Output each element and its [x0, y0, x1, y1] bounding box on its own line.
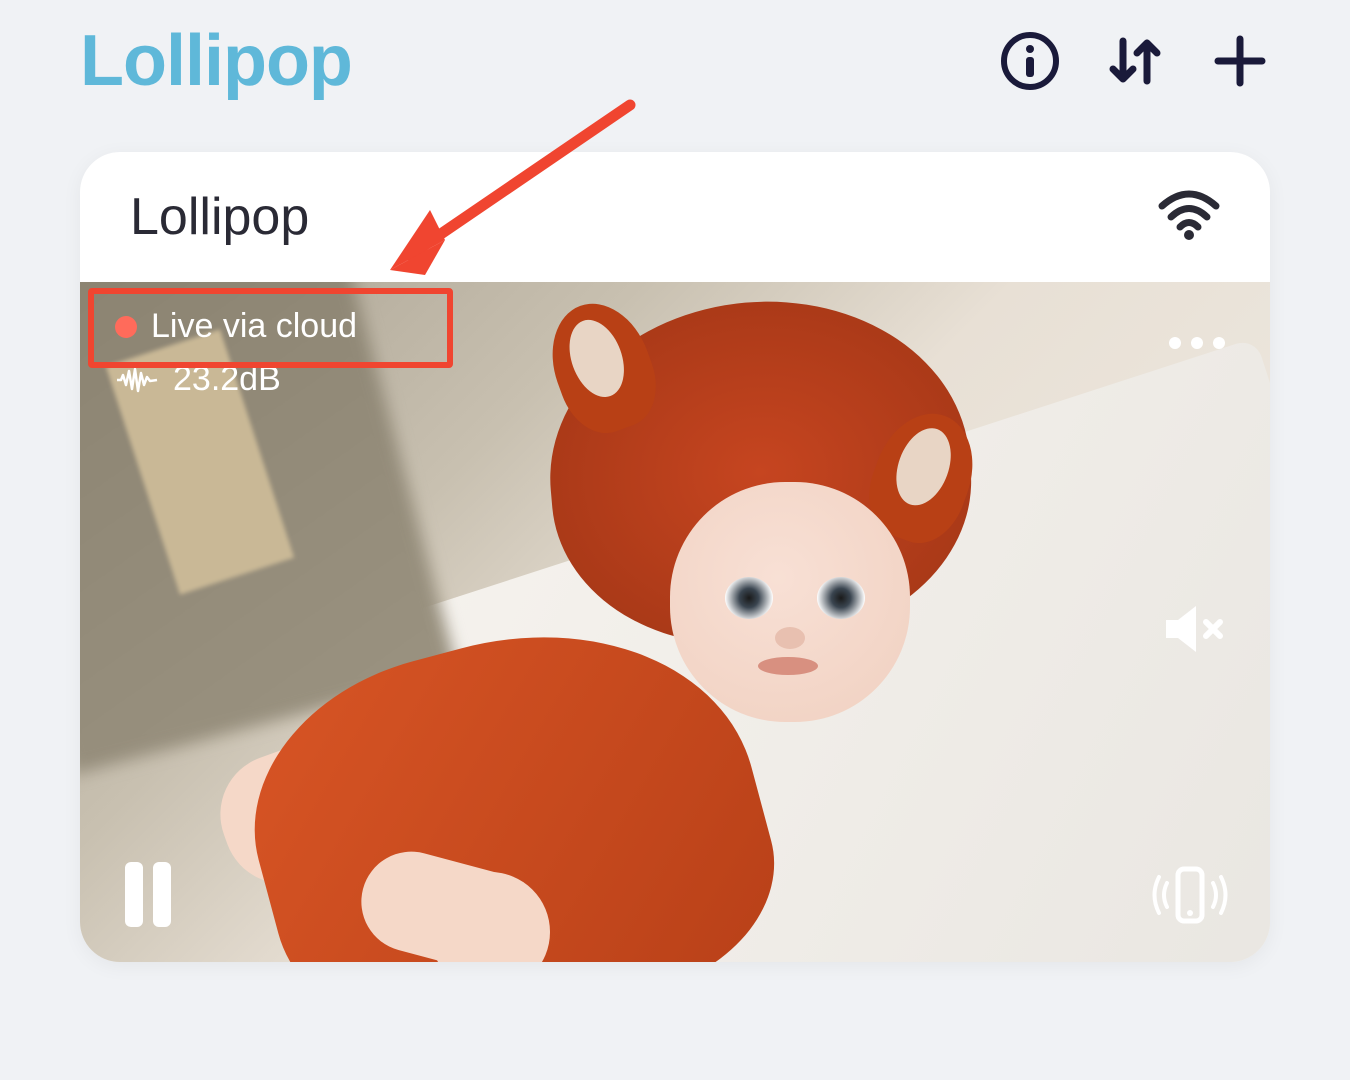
video-status-overlay: Live via cloud 23.2dB: [115, 307, 357, 399]
live-indicator-dot: [115, 316, 137, 338]
mute-button[interactable]: [1162, 602, 1230, 661]
phone-vibrate-icon: [1150, 863, 1230, 927]
video-menu-button[interactable]: [1169, 337, 1225, 349]
wifi-icon: [1158, 190, 1220, 245]
sort-arrows-icon: [1105, 31, 1165, 91]
info-icon: [1000, 31, 1060, 91]
plus-icon: [1210, 31, 1270, 91]
header-actions: [1000, 31, 1270, 91]
add-button[interactable]: [1210, 31, 1270, 91]
more-icon: [1169, 337, 1225, 349]
speaker-muted-icon: [1162, 602, 1230, 656]
vibrate-button[interactable]: [1150, 863, 1230, 932]
app-header: Lollipop: [80, 20, 1270, 102]
app-title: Lollipop: [80, 20, 352, 102]
waveform-icon: [115, 367, 159, 393]
info-button[interactable]: [1000, 31, 1060, 91]
sort-button[interactable]: [1105, 31, 1165, 91]
camera-name: Lollipop: [130, 187, 309, 247]
video-content: [670, 482, 910, 722]
live-status-text: Live via cloud: [151, 307, 357, 346]
pause-button[interactable]: [125, 862, 171, 927]
camera-card: Lollipop Live v: [80, 152, 1270, 962]
db-value: 23.2dB: [173, 360, 281, 399]
video-feed[interactable]: Live via cloud 23.2dB: [80, 282, 1270, 962]
sound-level: 23.2dB: [115, 360, 357, 399]
live-status: Live via cloud: [115, 307, 357, 346]
card-header: Lollipop: [80, 152, 1270, 282]
pause-icon: [125, 862, 171, 927]
